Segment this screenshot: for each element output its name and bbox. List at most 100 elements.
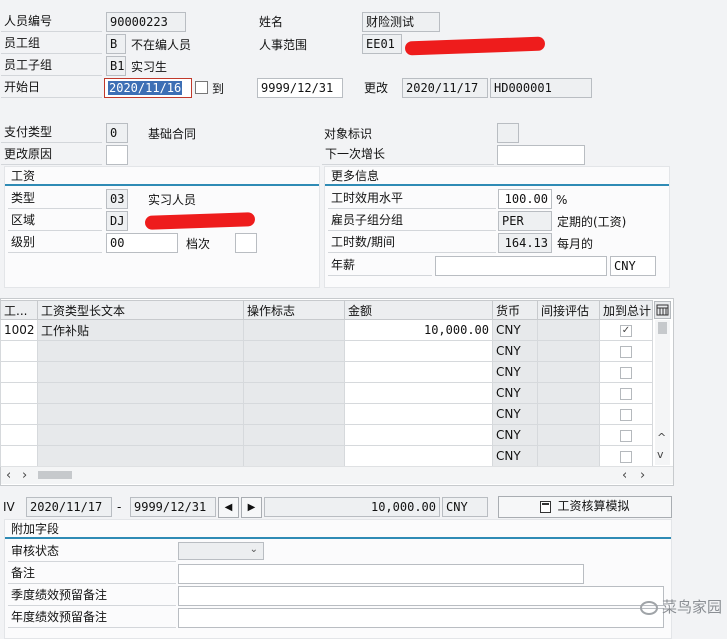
scroll-up-icon[interactable]: ^ (657, 429, 666, 447)
review-status-dropdown[interactable]: ⌄ (178, 542, 264, 560)
employee-subgroup-field[interactable]: B1 (106, 56, 126, 76)
cell-add-total[interactable] (599, 340, 653, 362)
cell-long-text (37, 361, 244, 383)
cell-wage-type[interactable] (0, 382, 38, 404)
vertical-scroll-thumb[interactable] (658, 322, 667, 334)
col-amount[interactable]: 金额 (344, 300, 493, 320)
salary-area-field[interactable]: DJ (106, 211, 128, 231)
cell-amount[interactable] (344, 340, 493, 362)
cell-add-total[interactable]: ✓ (599, 319, 653, 341)
cell-indirect (537, 319, 600, 341)
salary-type-field[interactable]: 03 (106, 189, 128, 209)
personnel-area-field[interactable]: EE01 (362, 34, 402, 54)
checkbox[interactable] (620, 387, 632, 400)
cell-indirect (537, 445, 600, 467)
salary-level-field[interactable]: 00 (106, 233, 178, 253)
cell-wage-type[interactable]: 1002 (0, 319, 38, 341)
scroll-right-icon[interactable]: › (640, 467, 645, 485)
esg-grouping-text: 定期的(工资) (557, 215, 627, 229)
object-flag-field[interactable] (497, 123, 519, 143)
cell-amount[interactable] (344, 361, 493, 383)
scroll-right-icon[interactable]: › (22, 467, 27, 485)
period-to-field: 9999/12/31 (130, 497, 216, 517)
checkbox[interactable] (620, 366, 632, 379)
remark-field[interactable] (178, 564, 584, 584)
cell-operation (243, 424, 345, 446)
col-indirect[interactable]: 间接评估 (537, 300, 600, 320)
cell-add-total[interactable] (599, 403, 653, 425)
cell-amount[interactable] (344, 424, 493, 446)
scroll-down-icon[interactable]: v (657, 446, 664, 464)
next-period-button[interactable]: ▶ (241, 497, 262, 518)
employee-group-text: 不在编人员 (131, 38, 192, 52)
salary-grade-field[interactable] (235, 233, 257, 253)
iv-label: IV (3, 500, 15, 514)
hours-field: 164.13 (498, 233, 552, 253)
cell-currency: CNY (492, 319, 538, 341)
horizontal-scroll-thumb[interactable] (38, 471, 72, 479)
payroll-simulation-button[interactable]: 工资核算模拟 (498, 496, 672, 518)
capacity-field[interactable]: 100.00 (498, 189, 552, 209)
table-row[interactable]: CNY (0, 424, 653, 446)
pay-type-text: 基础合同 (148, 127, 197, 141)
cell-amount[interactable]: 10,000.00 (344, 319, 493, 341)
cell-amount[interactable] (344, 403, 493, 425)
pay-type-field[interactable]: 0 (106, 123, 128, 143)
col-currency[interactable]: 货币 (492, 300, 538, 320)
table-row[interactable]: CNY (0, 361, 653, 383)
cell-wage-type[interactable] (0, 403, 38, 425)
changed-by-field: HD000001 (490, 78, 592, 98)
table-row[interactable]: CNY (0, 445, 653, 467)
checkbox[interactable] (620, 345, 632, 358)
cell-add-total[interactable] (599, 445, 653, 467)
begin-date-label: 开始日 (1, 78, 102, 98)
calendar-icon[interactable] (195, 81, 208, 94)
begin-date-field[interactable]: 2020/11/16 (104, 78, 192, 98)
col-long-text[interactable]: 工资类型长文本 (37, 300, 244, 320)
col-wage-type[interactable]: 工... (0, 300, 38, 320)
cell-amount[interactable] (344, 445, 493, 467)
annual-salary-field[interactable] (435, 256, 607, 276)
checkbox[interactable] (620, 429, 632, 442)
cell-currency: CNY (492, 382, 538, 404)
pay-type-label: 支付类型 (1, 123, 102, 143)
change-reason-field[interactable] (106, 145, 128, 165)
table-row[interactable]: CNY (0, 382, 653, 404)
name-field[interactable]: 财险测试 (362, 12, 440, 32)
next-increase-field[interactable] (497, 145, 585, 165)
table-settings-icon[interactable] (654, 301, 671, 319)
employee-group-field[interactable]: B (106, 34, 126, 54)
scroll-left-icon[interactable]: ‹ (622, 467, 627, 485)
annual-currency-field[interactable]: CNY (610, 256, 656, 276)
cell-add-total[interactable] (599, 424, 653, 446)
scroll-left-icon[interactable]: ‹ (6, 467, 11, 485)
cell-wage-type[interactable] (0, 361, 38, 383)
cell-currency: CNY (492, 403, 538, 425)
to-label: 到 (212, 82, 225, 96)
cell-wage-type[interactable] (0, 340, 38, 362)
begin-date-value: 2020/11/16 (108, 81, 183, 95)
checkbox[interactable] (620, 450, 632, 463)
esg-grouping-field: PER (498, 211, 552, 231)
cell-currency: CNY (492, 361, 538, 383)
table-row[interactable]: CNY (0, 340, 653, 362)
cell-wage-type[interactable] (0, 424, 38, 446)
wage-type-table: 工... 工资类型长文本 操作标志 金额 货币 间接评估 加到总计 1002 工… (0, 300, 653, 467)
cell-amount[interactable] (344, 382, 493, 404)
cell-add-total[interactable] (599, 382, 653, 404)
table-row[interactable]: CNY (0, 403, 653, 425)
cell-long-text (37, 382, 244, 404)
previous-period-button[interactable]: ◀ (218, 497, 239, 518)
horizontal-scrollbar[interactable] (1, 466, 673, 484)
table-row[interactable]: 1002 工作补贴 10,000.00 CNY ✓ (0, 319, 653, 341)
end-date-field[interactable]: 9999/12/31 (257, 78, 343, 98)
col-operation[interactable]: 操作标志 (243, 300, 345, 320)
change-reason-label: 更改原因 (1, 145, 102, 165)
checkbox[interactable] (620, 408, 632, 421)
checkbox[interactable]: ✓ (620, 324, 632, 337)
col-add-total[interactable]: 加到总计 (599, 300, 653, 320)
personnel-area-label: 人事范围 (259, 38, 308, 52)
pernr-field[interactable]: 90000223 (106, 12, 186, 32)
cell-add-total[interactable] (599, 361, 653, 383)
cell-wage-type[interactable] (0, 445, 38, 467)
